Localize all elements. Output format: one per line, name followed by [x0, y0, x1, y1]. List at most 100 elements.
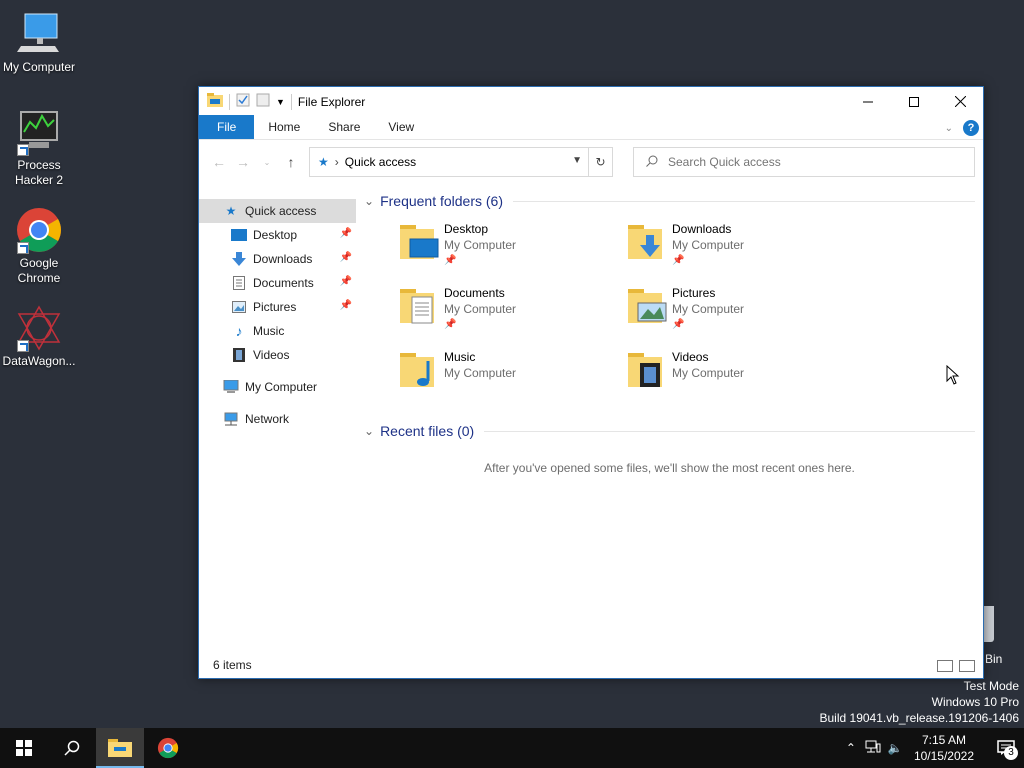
tab-file[interactable]: File: [199, 115, 255, 139]
network-status-icon[interactable]: [862, 740, 884, 757]
up-button[interactable]: ↑: [279, 154, 303, 170]
maximize-button[interactable]: [891, 87, 937, 116]
refresh-button[interactable]: ↻: [588, 148, 612, 176]
title-bar[interactable]: ▼ File Explorer: [199, 87, 983, 116]
folder-tile-desktop[interactable]: Desktop My Computer 📌: [398, 221, 626, 273]
desktop-icon-label: Process Hacker 2: [14, 158, 64, 187]
recent-files-header[interactable]: ⌄ Recent files (0): [364, 419, 975, 443]
sidebar-item-network[interactable]: Network: [199, 407, 356, 431]
folder-tile-downloads[interactable]: Downloads My Computer 📌: [626, 221, 854, 273]
folder-name: Pictures: [672, 286, 716, 300]
navigation-pane: ★ Quick access Desktop 📌 Downloads 📌 Doc…: [199, 199, 356, 431]
group-heading: Frequent folders (6): [380, 193, 504, 209]
windows-logo-icon: [16, 740, 32, 756]
clock-time: 7:15 AM: [921, 733, 966, 747]
minimize-button[interactable]: [845, 87, 891, 116]
network-icon: [223, 411, 239, 427]
recent-locations-button[interactable]: ⌄: [255, 158, 279, 167]
customize-toolbar-icon[interactable]: ▼: [276, 97, 285, 107]
search-button[interactable]: [48, 728, 96, 768]
notification-count-badge: 3: [1004, 746, 1018, 760]
sidebar-item-documents[interactable]: Documents 📌: [199, 271, 356, 295]
file-explorer-window: ▼ File Explorer File Home Share View ⌄ ?…: [198, 86, 984, 679]
tab-share[interactable]: Share: [314, 115, 374, 139]
navigation-bar: ← → ⌄ ↑ ★ › Quick access ▼ ↻: [199, 140, 983, 184]
pin-icon[interactable]: 📌: [340, 228, 352, 239]
sidebar-item-desktop[interactable]: Desktop 📌: [199, 223, 356, 247]
details-view-button[interactable]: [937, 660, 953, 672]
sidebar-item-my-computer[interactable]: My Computer: [199, 375, 356, 399]
new-folder-icon[interactable]: [256, 93, 270, 110]
search-icon: [64, 740, 80, 756]
help-icon[interactable]: ?: [963, 120, 979, 136]
tab-view[interactable]: View: [374, 115, 428, 139]
folder-tile-music[interactable]: Music My Computer: [398, 349, 626, 401]
pin-icon[interactable]: 📌: [340, 276, 352, 287]
pictures-folder-icon: [626, 285, 668, 327]
clock-date: 10/15/2022: [913, 749, 974, 763]
computer-icon: [15, 10, 63, 58]
collapse-chevron-icon[interactable]: ⌄: [364, 194, 374, 208]
folder-location: My Computer: [672, 366, 745, 380]
recent-files-empty-message: After you've opened some files, we'll sh…: [484, 461, 855, 475]
sidebar-item-downloads[interactable]: Downloads 📌: [199, 247, 356, 271]
sidebar-item-videos[interactable]: Videos: [199, 343, 356, 367]
sidebar-item-label: Downloads: [253, 252, 313, 266]
sidebar-item-label: Quick access: [245, 204, 317, 218]
search-box[interactable]: [633, 147, 975, 177]
desktop-icon-my-computer[interactable]: My Computer: [0, 10, 78, 75]
folder-tile-documents[interactable]: Documents My Computer 📌: [398, 285, 626, 337]
breadcrumb-item[interactable]: Quick access: [345, 155, 416, 169]
desktop-icon-label: DataWagon...: [2, 354, 76, 368]
start-button[interactable]: [0, 728, 48, 768]
folder-tile-videos[interactable]: Videos My Computer: [626, 349, 854, 401]
pin-icon[interactable]: 📌: [340, 300, 352, 311]
window-title: File Explorer: [297, 94, 366, 109]
desktop-icon-chrome[interactable]: Google Chrome: [0, 206, 78, 286]
computer-icon: [223, 379, 239, 395]
taskbar: ⌃ 🔈 7:15 AM 10/15/2022 3: [0, 728, 1024, 768]
folder-tile-pictures[interactable]: Pictures My Computer 📌: [626, 285, 854, 337]
large-icons-view-button[interactable]: [959, 660, 975, 672]
chrome-icon: [15, 206, 63, 254]
action-center-button[interactable]: 3: [988, 728, 1024, 768]
search-input[interactable]: [668, 155, 948, 169]
frequent-folders-grid: Desktop My Computer 📌 Downloads My Compu…: [398, 221, 975, 401]
shortcut-arrow-icon: [17, 340, 29, 352]
desktop-icon-datawagon[interactable]: DataWagon...: [0, 304, 78, 369]
film-icon: [231, 347, 247, 363]
shortcut-arrow-icon: [17, 144, 29, 156]
frequent-folders-header[interactable]: ⌄ Frequent folders (6): [364, 189, 975, 213]
close-button[interactable]: [937, 87, 983, 116]
desktop-icon: [231, 227, 247, 243]
desktop-icon-label: My Computer: [2, 60, 76, 74]
taskbar-chrome[interactable]: [144, 728, 192, 768]
clock[interactable]: 7:15 AM 10/15/2022: [914, 732, 974, 764]
collapse-chevron-icon[interactable]: ⌄: [364, 424, 374, 438]
properties-icon[interactable]: [236, 93, 250, 110]
sidebar-item-label: Documents: [253, 276, 314, 290]
document-icon: [231, 275, 247, 291]
desktop-icon-process-hacker[interactable]: Process Hacker 2: [0, 108, 78, 188]
back-button[interactable]: ←: [207, 154, 231, 170]
pin-icon[interactable]: 📌: [340, 252, 352, 263]
folder-location: My Computer: [444, 238, 517, 252]
volume-icon[interactable]: 🔈: [884, 741, 906, 755]
expand-ribbon-icon[interactable]: ⌄: [945, 123, 953, 134]
sidebar-item-pictures[interactable]: Pictures 📌: [199, 295, 356, 319]
pin-icon: 📌: [672, 255, 685, 266]
ribbon-tabs: File Home Share View ⌄ ?: [199, 115, 983, 140]
status-item-count: 6 items: [213, 658, 252, 672]
sidebar-item-quick-access[interactable]: ★ Quick access: [199, 199, 356, 223]
address-bar[interactable]: ★ › Quick access ▼ ↻: [309, 147, 613, 177]
quick-access-toolbar: ▼: [207, 93, 292, 110]
toolbar-separator: [290, 93, 292, 110]
forward-button[interactable]: →: [231, 154, 255, 170]
taskbar-file-explorer[interactable]: [96, 728, 144, 768]
tab-home[interactable]: Home: [254, 115, 314, 139]
view-switcher: [937, 660, 975, 672]
address-dropdown-icon[interactable]: ▼: [572, 155, 582, 166]
show-hidden-icons-chevron-icon[interactable]: ⌃: [840, 741, 862, 755]
sidebar-item-music[interactable]: ♪ Music: [199, 319, 356, 343]
sidebar-item-label: Videos: [253, 348, 290, 362]
